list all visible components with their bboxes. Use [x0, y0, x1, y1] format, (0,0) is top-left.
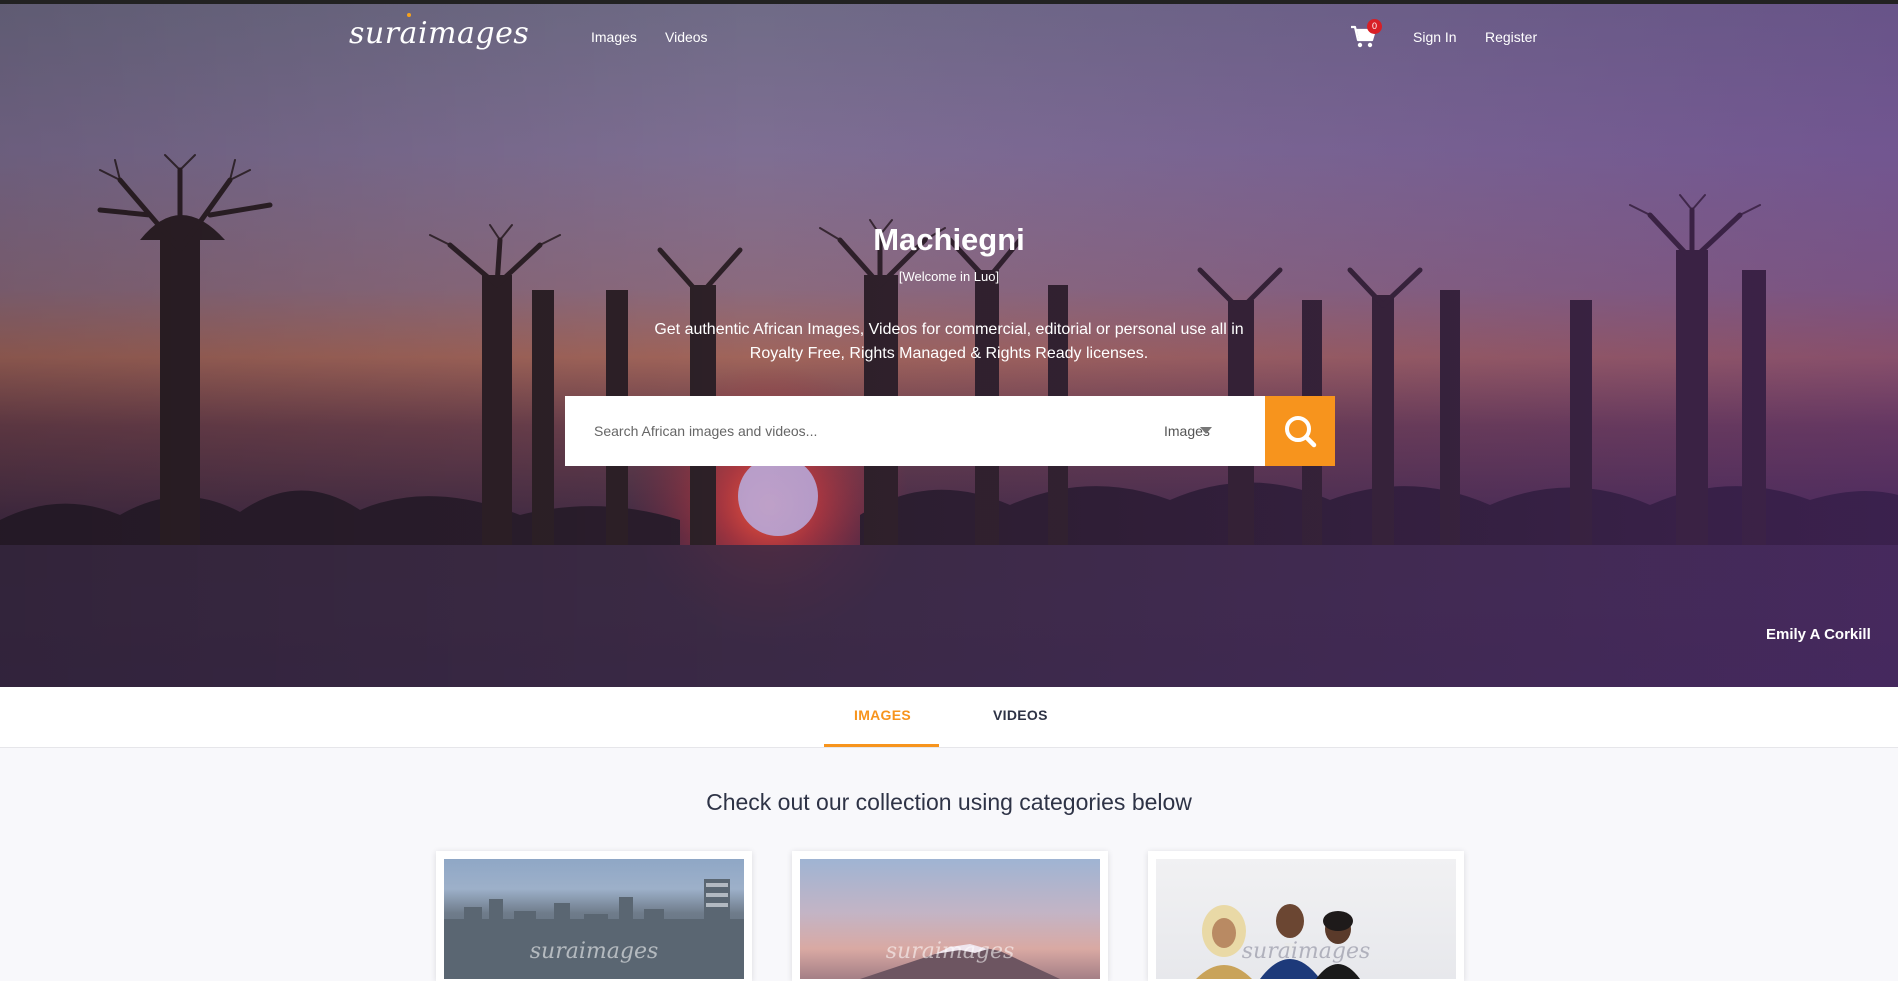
register-link[interactable]: Register — [1485, 29, 1537, 45]
active-tab-indicator — [824, 744, 939, 747]
watermark: suraimages — [529, 939, 659, 964]
hero-subtitle: [Welcome in Luo] — [898, 269, 1000, 284]
collection-heading: Check out our collection using categorie… — [706, 789, 1192, 815]
hero-banner: suraimages Images Videos 0 Sign In Regis… — [0, 0, 1898, 687]
logo-accent-dot — [407, 13, 411, 17]
category-image-people: suraimages — [1156, 859, 1456, 979]
watermark: suraimages — [1241, 939, 1371, 964]
category-card[interactable]: suraimages — [1148, 851, 1464, 981]
search-input[interactable] — [565, 396, 1125, 466]
watermark: suraimages — [885, 939, 1015, 964]
sign-in-link[interactable]: Sign In — [1413, 29, 1457, 45]
search-bar: Images — [565, 396, 1335, 466]
nav-link-videos[interactable]: Videos — [665, 29, 708, 45]
media-tabs: IMAGES VIDEOS — [0, 687, 1898, 748]
search-icon — [1285, 416, 1317, 448]
media-type-select[interactable]: Images — [1164, 396, 1264, 466]
category-image-city: suraimages — [444, 859, 744, 979]
tab-videos[interactable]: VIDEOS — [993, 707, 1048, 723]
category-card[interactable]: suraimages — [792, 851, 1108, 981]
top-navbar: suraimages Images Videos 0 Sign In Regis… — [0, 0, 1898, 78]
search-button[interactable] — [1265, 396, 1335, 466]
category-image-mountain: suraimages — [800, 859, 1100, 979]
site-logo[interactable]: suraimages — [349, 16, 529, 51]
photo-credit[interactable]: Emily A Corkill — [1766, 626, 1871, 643]
chevron-down-icon[interactable] — [1200, 427, 1212, 434]
hero-description: Get authentic African Images, Videos for… — [654, 321, 1244, 362]
tab-images[interactable]: IMAGES — [854, 707, 911, 723]
nav-link-images[interactable]: Images — [591, 29, 637, 45]
category-card[interactable]: suraimages — [436, 851, 752, 981]
cart-count-badge: 0 — [1367, 19, 1382, 34]
hero-title: Machiegni — [873, 222, 1025, 257]
